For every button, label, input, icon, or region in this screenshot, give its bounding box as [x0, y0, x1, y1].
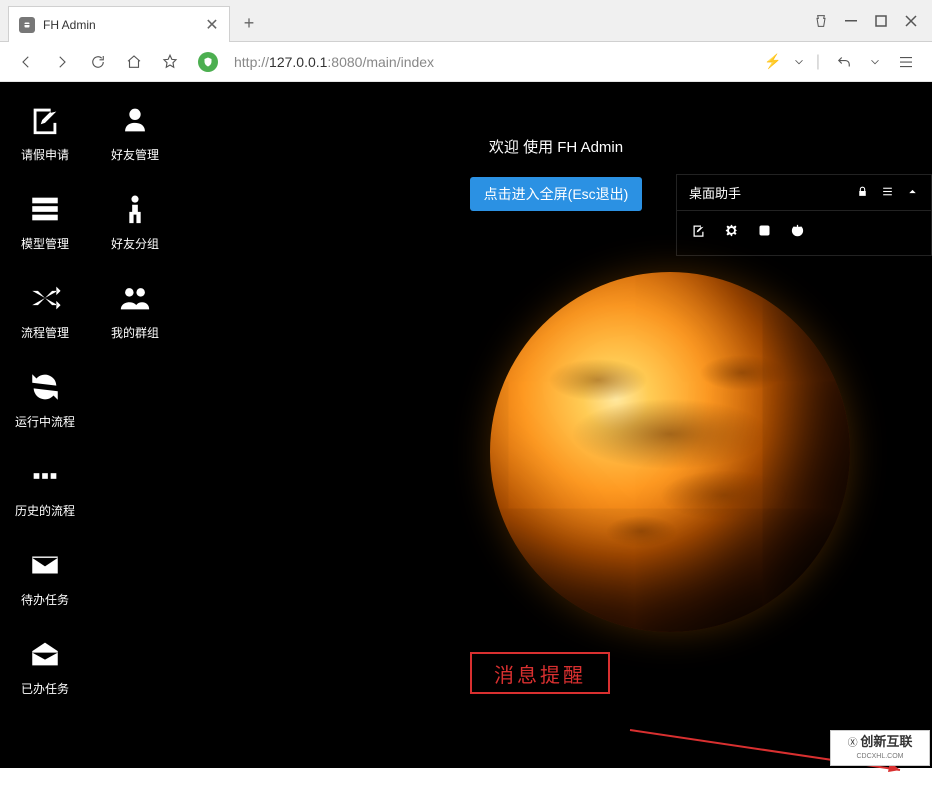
sidebar-item-my-groups[interactable]: 我的群组 — [96, 278, 174, 341]
spacer — [96, 545, 174, 608]
url-prefix: http:// — [234, 54, 269, 70]
nav-forward-button[interactable] — [48, 48, 76, 76]
menu-button[interactable] — [892, 48, 920, 76]
url-port: :8080 — [327, 54, 362, 70]
sidebar-item-model-manage[interactable]: 模型管理 — [6, 189, 84, 252]
sidebar-item-label: 我的群组 — [96, 324, 174, 341]
menu-icon[interactable] — [881, 185, 894, 201]
stack-icon — [6, 189, 84, 229]
watermark-sub: CDCXHL.COM — [856, 753, 903, 760]
browser-toolbar: http://127.0.0.1:8080/main/index ⚡ | — [0, 42, 932, 82]
tab-title: FH Admin — [43, 18, 205, 32]
watermark-brand: 创新互联 — [860, 734, 912, 749]
spacer — [96, 367, 174, 430]
alert-text: 消息提醒 — [494, 659, 586, 688]
power-icon[interactable] — [790, 223, 805, 243]
assistant-body — [677, 211, 931, 255]
lock-icon[interactable] — [856, 185, 869, 201]
window-maximize-button[interactable] — [866, 6, 896, 36]
url-host: 127.0.0.1 — [269, 54, 327, 70]
window-minimize-button[interactable] — [836, 6, 866, 36]
url-path: /main/index — [362, 54, 434, 70]
shuffle-icon — [6, 278, 84, 318]
speed-icon[interactable]: ⚡ — [764, 53, 781, 70]
tab-favicon — [19, 17, 35, 33]
sidebar-item-label: 已办任务 — [6, 680, 84, 697]
nav-home-button[interactable] — [120, 48, 148, 76]
edit-action-icon[interactable] — [691, 223, 706, 243]
window-close-button[interactable] — [896, 6, 926, 36]
sidebar-item-label: 历史的流程 — [6, 502, 84, 519]
sidebar-item-flow-manage[interactable]: 流程管理 — [6, 278, 84, 341]
sidebar-item-label: 流程管理 — [6, 324, 84, 341]
sidebar-item-label: 模型管理 — [6, 235, 84, 252]
nav-favorite-button[interactable] — [156, 48, 184, 76]
nav-back-button[interactable] — [12, 48, 40, 76]
sidebar-item-label: 请假申请 — [6, 146, 84, 163]
spacer — [96, 456, 174, 519]
users-icon — [96, 278, 174, 318]
address-bar[interactable]: http://127.0.0.1:8080/main/index — [234, 54, 756, 70]
undo-dropdown-icon[interactable] — [868, 48, 882, 76]
sidebar-item-history-flow[interactable]: 历史的流程 — [6, 456, 84, 519]
sidebar-item-label: 好友管理 — [96, 146, 174, 163]
edit-icon — [6, 100, 84, 140]
sidebar-item-todo-tasks[interactable]: 待办任务 — [6, 545, 84, 608]
sidebar-item-done-tasks[interactable]: 已办任务 — [6, 634, 84, 697]
app-viewport: 请假申请 好友管理 模型管理 好友分组 流程管理 我的群组 — [0, 82, 932, 768]
dots-icon — [6, 456, 84, 496]
desktop-icon-grid: 请假申请 好友管理 模型管理 好友分组 流程管理 我的群组 — [0, 82, 180, 768]
browser-tab-bar: FH Admin ✕ + — [0, 0, 932, 42]
sidebar-item-label: 待办任务 — [6, 591, 84, 608]
sidebar-item-friend-group[interactable]: 好友分组 — [96, 189, 174, 252]
assistant-title: 桌面助手 — [689, 183, 741, 202]
person-icon — [96, 189, 174, 229]
envelope-icon — [6, 545, 84, 585]
nav-reload-button[interactable] — [84, 48, 112, 76]
assistant-header: 桌面助手 — [677, 175, 931, 211]
gear-icon[interactable] — [724, 223, 739, 243]
message-alert-box[interactable]: 消息提醒 — [470, 652, 610, 694]
desktop-assistant-panel: 桌面助手 — [676, 174, 932, 256]
window-controls — [806, 0, 932, 41]
undo-icon[interactable] — [830, 48, 858, 76]
sidebar-item-leave-request[interactable]: 请假申请 — [6, 100, 84, 163]
fullscreen-button[interactable]: 点击进入全屏(Esc退出) — [470, 177, 643, 211]
sidebar-item-friend-manage[interactable]: 好友管理 — [96, 100, 174, 163]
sidebar-item-label: 好友分组 — [96, 235, 174, 252]
envelope-open-icon — [6, 634, 84, 674]
watermark: Ⓧ 创新互联 CDCXHL.COM — [830, 730, 930, 766]
browser-tab-active[interactable]: FH Admin ✕ — [8, 6, 230, 42]
browser-extension-icon[interactable] — [806, 6, 836, 36]
chevron-up-icon[interactable] — [906, 185, 919, 201]
speed-dropdown-icon[interactable] — [792, 48, 806, 76]
security-shield-icon[interactable] — [198, 52, 218, 72]
square-icon[interactable] — [757, 223, 772, 243]
user-icon — [96, 100, 174, 140]
refresh-icon — [6, 367, 84, 407]
sidebar-item-running-flow[interactable]: 运行中流程 — [6, 367, 84, 430]
main-area: 欢迎 使用 FH Admin 点击进入全屏(Esc退出) 桌面助手 消息提醒 — [180, 82, 932, 768]
planet-image — [490, 272, 850, 632]
close-tab-icon[interactable]: ✕ — [205, 18, 219, 32]
welcome-text: 欢迎 使用 FH Admin — [180, 136, 932, 157]
new-tab-button[interactable]: + — [234, 8, 264, 38]
sidebar-item-label: 运行中流程 — [6, 413, 84, 430]
